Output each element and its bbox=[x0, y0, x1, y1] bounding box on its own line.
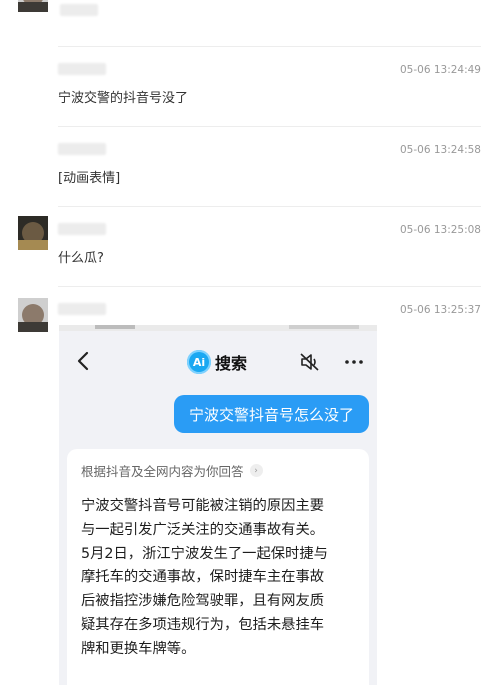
answer-line: 5月2日，浙江宁波发生了一起保时捷与 bbox=[81, 545, 328, 562]
chevron-left-icon[interactable] bbox=[73, 349, 93, 373]
message-divider bbox=[58, 206, 481, 207]
more-horizontal-icon[interactable] bbox=[343, 352, 365, 372]
message-timestamp: 05-06 13:25:37 bbox=[399, 304, 481, 316]
sender-name bbox=[58, 303, 106, 317]
message-timestamp: 05-06 13:24:49 bbox=[399, 64, 481, 76]
answer-source-label: 根据抖音及全网内容为你回答 bbox=[81, 464, 244, 479]
ai-search-logo-icon: Ai bbox=[187, 350, 211, 374]
answer-source-link[interactable]: 根据抖音及全网内容为你回答 › bbox=[81, 461, 263, 480]
answer-line: 疑其存在多项违规行为，包括未悬挂车 bbox=[81, 616, 325, 633]
shared-screenshot-image[interactable]: Ai 搜索 宁波交警抖音号怎么没了 根据抖音及全网内容为你回答 › 宁波交警抖音… bbox=[59, 325, 377, 685]
sender-name bbox=[58, 143, 106, 157]
status-bar bbox=[59, 325, 377, 331]
message-text[interactable]: [动画表情] bbox=[58, 167, 120, 186]
answer-line: 摩托车的交通事故，保时捷车主在事故 bbox=[81, 569, 325, 586]
message-divider bbox=[58, 46, 481, 47]
answer-line: 与一起引发广泛关注的交通事故有关。 bbox=[81, 521, 325, 538]
message-divider bbox=[58, 286, 481, 287]
message-timestamp: 05-06 13:25:08 bbox=[399, 224, 481, 236]
search-header: Ai 搜索 bbox=[187, 349, 247, 375]
message-timestamp: 05-06 13:24:58 bbox=[399, 144, 481, 156]
answer-text: 宁波交警抖音号可能被注销的原因主要 与一起引发广泛关注的交通事故有关。 5月2日… bbox=[81, 495, 363, 662]
avatar[interactable] bbox=[18, 298, 48, 332]
chevron-right-icon: › bbox=[249, 464, 263, 477]
speaker-muted-icon[interactable] bbox=[299, 352, 321, 372]
avatar[interactable] bbox=[18, 0, 48, 12]
message-divider bbox=[58, 126, 481, 127]
ai-answer-card: 根据抖音及全网内容为你回答 › 宁波交警抖音号可能被注销的原因主要 与一起引发广… bbox=[67, 449, 369, 685]
message-text[interactable]: 什么瓜? bbox=[58, 247, 104, 266]
avatar[interactable] bbox=[18, 216, 48, 250]
sender-name bbox=[58, 223, 106, 237]
sender-name bbox=[60, 4, 98, 18]
answer-line: 牌和更换车牌等。 bbox=[81, 640, 196, 657]
search-title: 搜索 bbox=[215, 354, 248, 373]
user-query-bubble[interactable]: 宁波交警抖音号怎么没了 bbox=[173, 395, 369, 433]
answer-line: 宁波交警抖音号可能被注销的原因主要 bbox=[81, 498, 325, 514]
message-text[interactable]: 宁波交警的抖音号没了 bbox=[58, 87, 188, 106]
answer-line: 后被指控涉嫌危险驾驶罪，且有网友质 bbox=[81, 593, 325, 610]
sender-name bbox=[58, 63, 106, 77]
